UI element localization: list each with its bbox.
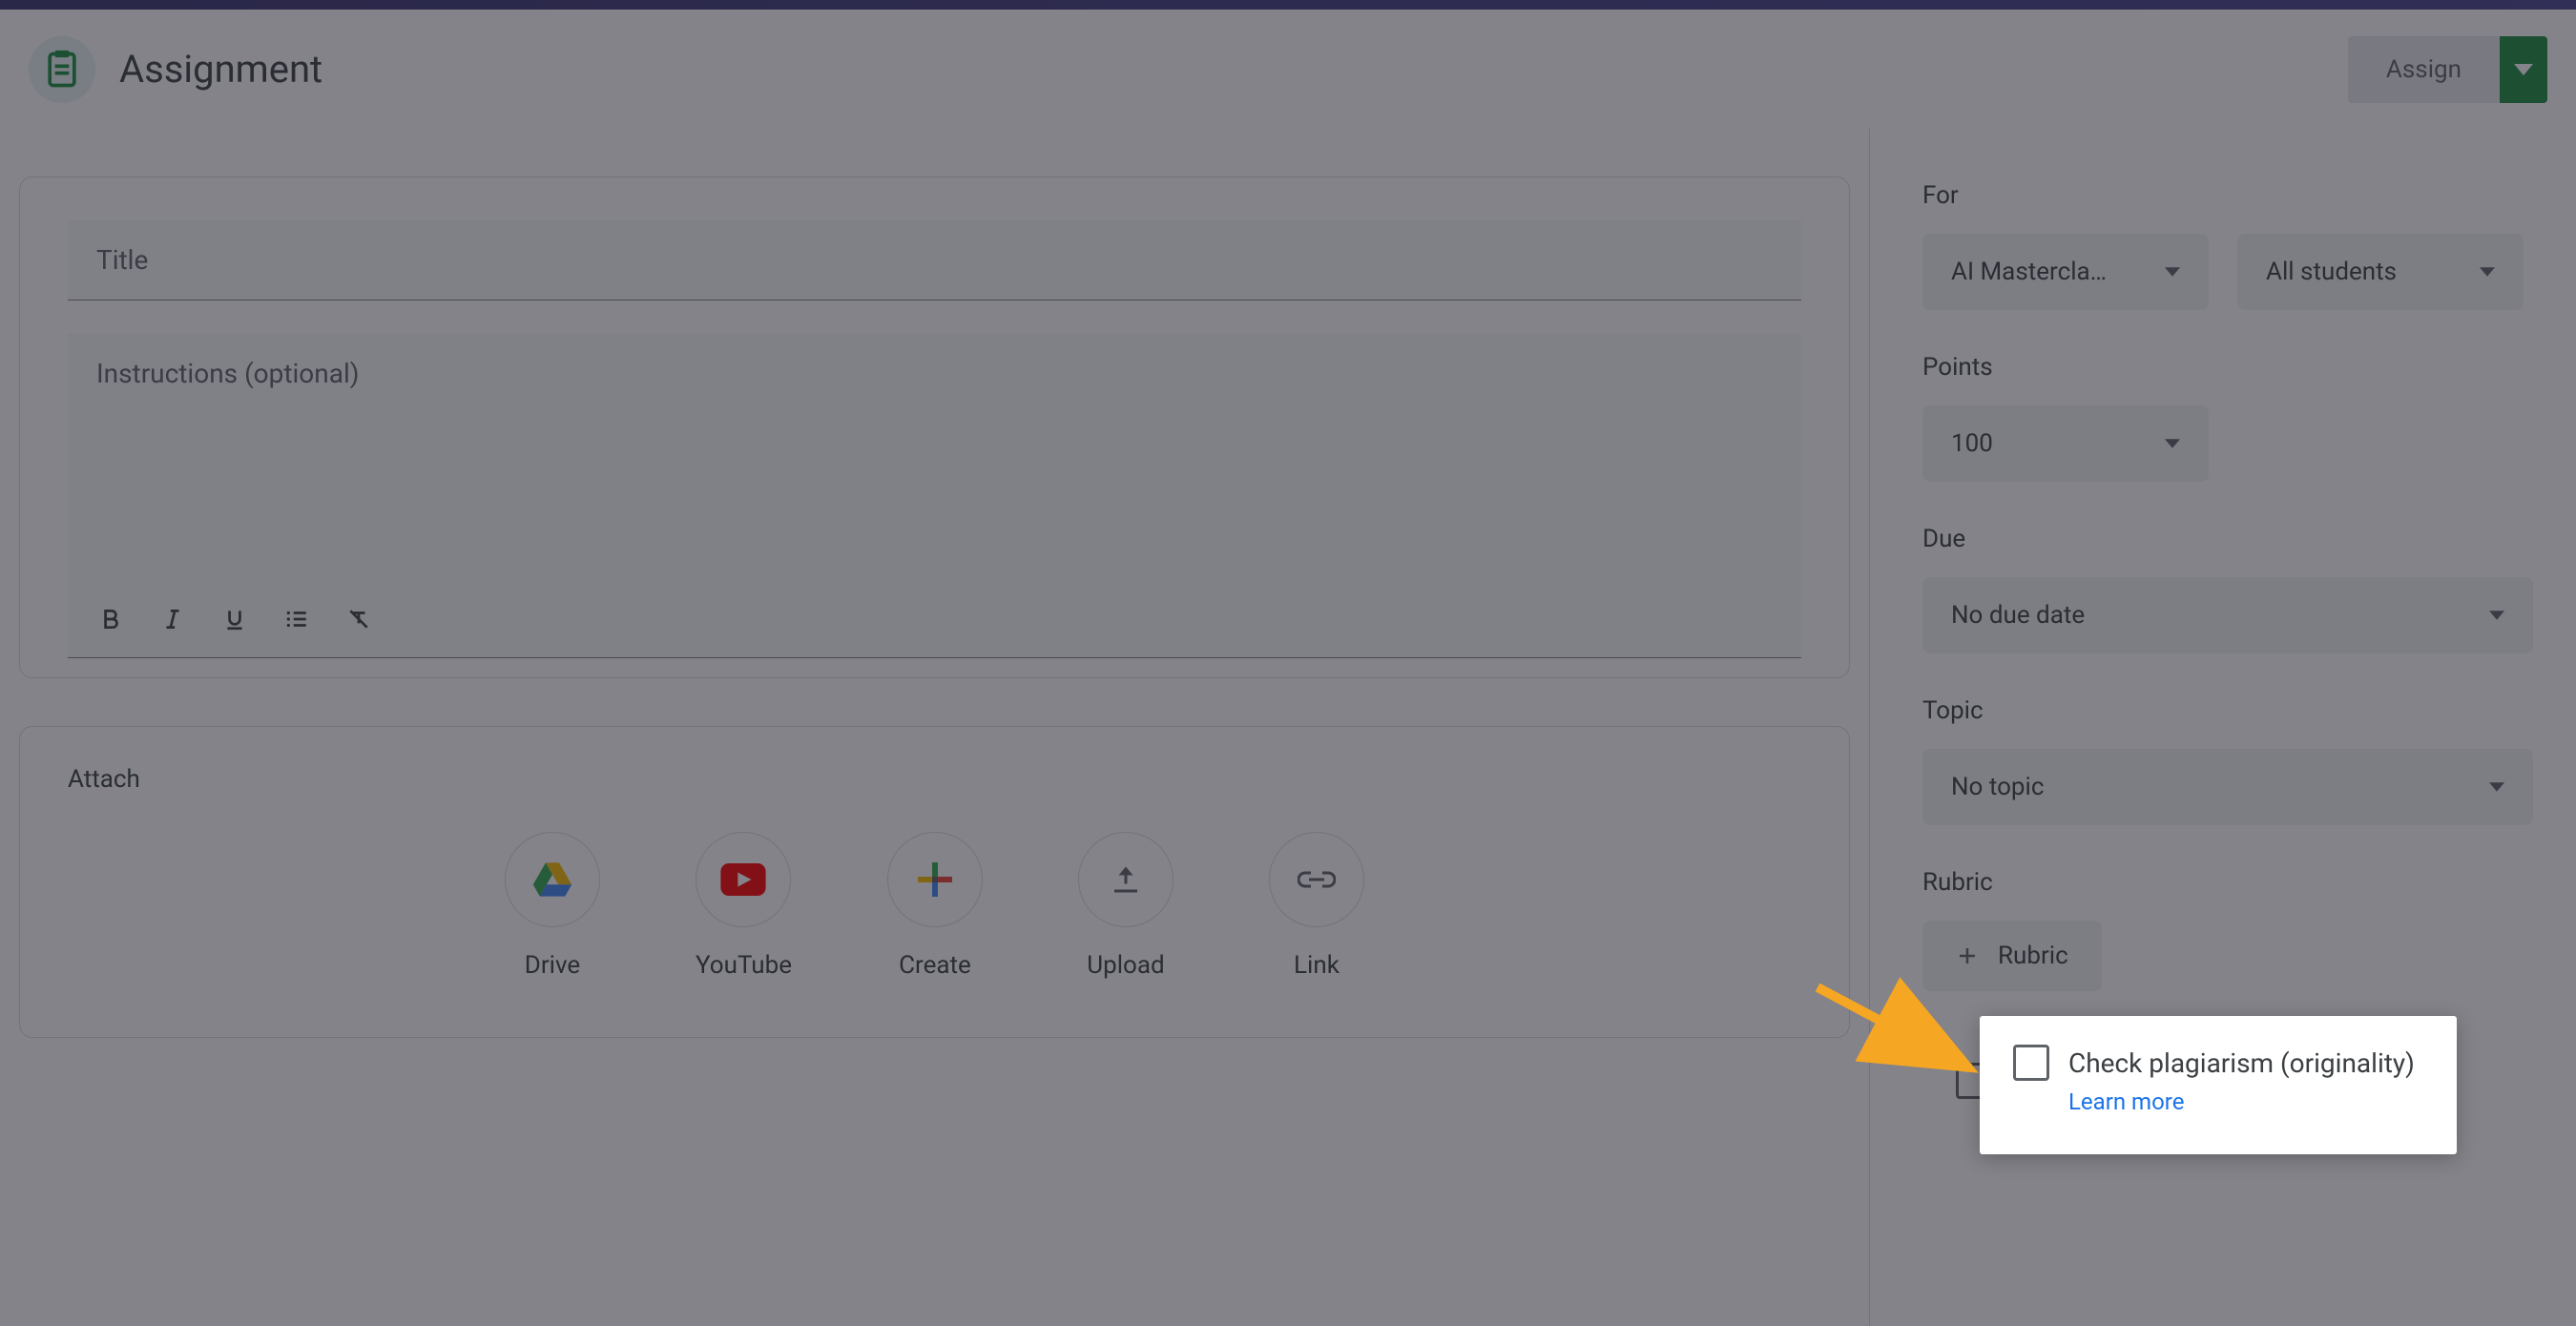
attach-label: Attach <box>68 765 1801 794</box>
rubric-label: Rubric <box>1922 868 2576 897</box>
instructions-input[interactable]: Instructions (optional) <box>68 334 1801 658</box>
caret-down-icon <box>2514 64 2533 75</box>
assign-dropdown-button[interactable] <box>2500 36 2547 103</box>
attach-youtube[interactable]: YouTube <box>696 832 792 980</box>
drive-icon <box>531 860 573 899</box>
attach-card: Attach Drive <box>19 726 1850 1038</box>
assignment-icon <box>29 36 95 103</box>
attach-link[interactable]: Link <box>1269 832 1364 980</box>
caret-down-icon <box>2489 611 2504 620</box>
assign-button[interactable]: Assign <box>2348 36 2500 103</box>
points-label: Points <box>1922 353 2576 382</box>
link-icon <box>1298 870 1336 889</box>
points-dropdown[interactable]: 100 <box>1922 405 2209 482</box>
bold-button[interactable] <box>96 605 125 633</box>
learn-more-link-highlight[interactable]: Learn more <box>2068 1088 2423 1115</box>
plus-icon <box>1956 944 1979 967</box>
for-label: For <box>1922 181 2576 210</box>
title-input[interactable]: Title <box>68 220 1801 300</box>
list-button[interactable] <box>282 605 311 633</box>
caret-down-icon <box>2489 782 2504 792</box>
students-dropdown[interactable]: All students <box>2237 234 2524 310</box>
topic-label: Topic <box>1922 696 2576 725</box>
topic-dropdown[interactable]: No topic <box>1922 749 2533 825</box>
upload-icon <box>1109 862 1143 897</box>
underline-button[interactable] <box>220 605 249 633</box>
title-placeholder: Title <box>96 244 1773 276</box>
instructions-placeholder: Instructions (optional) <box>96 358 1773 586</box>
caret-down-icon <box>2165 267 2180 277</box>
caret-down-icon <box>2165 439 2180 448</box>
plagiarism-checkbox-highlight[interactable] <box>2013 1045 2049 1081</box>
page-title: Assignment <box>119 47 322 92</box>
youtube-icon <box>720 863 766 896</box>
caret-down-icon <box>2480 267 2495 277</box>
format-toolbar <box>96 586 1773 643</box>
italic-button[interactable] <box>158 605 187 633</box>
clear-format-button[interactable] <box>344 605 373 633</box>
attach-create[interactable]: Create <box>887 832 983 980</box>
attach-drive[interactable]: Drive <box>505 832 600 980</box>
attach-upload[interactable]: Upload <box>1078 832 1174 980</box>
class-dropdown[interactable]: AI Mastercla… <box>1922 234 2209 310</box>
due-label: Due <box>1922 525 2576 553</box>
plus-multicolor-icon <box>918 862 952 897</box>
editor-card: Title Instructions (optional) <box>19 176 1850 678</box>
app-header: Assignment Assign <box>0 10 2576 129</box>
due-dropdown[interactable]: No due date <box>1922 577 2533 653</box>
main-panel: Title Instructions (optional) <box>0 129 1870 1326</box>
top-stripe <box>0 0 2576 10</box>
rubric-button[interactable]: Rubric <box>1922 921 2102 991</box>
plagiarism-label-highlight: Check plagiarism (originality) <box>2068 1047 2415 1079</box>
plagiarism-highlight: Check plagiarism (originality) Learn mor… <box>1980 1016 2457 1154</box>
